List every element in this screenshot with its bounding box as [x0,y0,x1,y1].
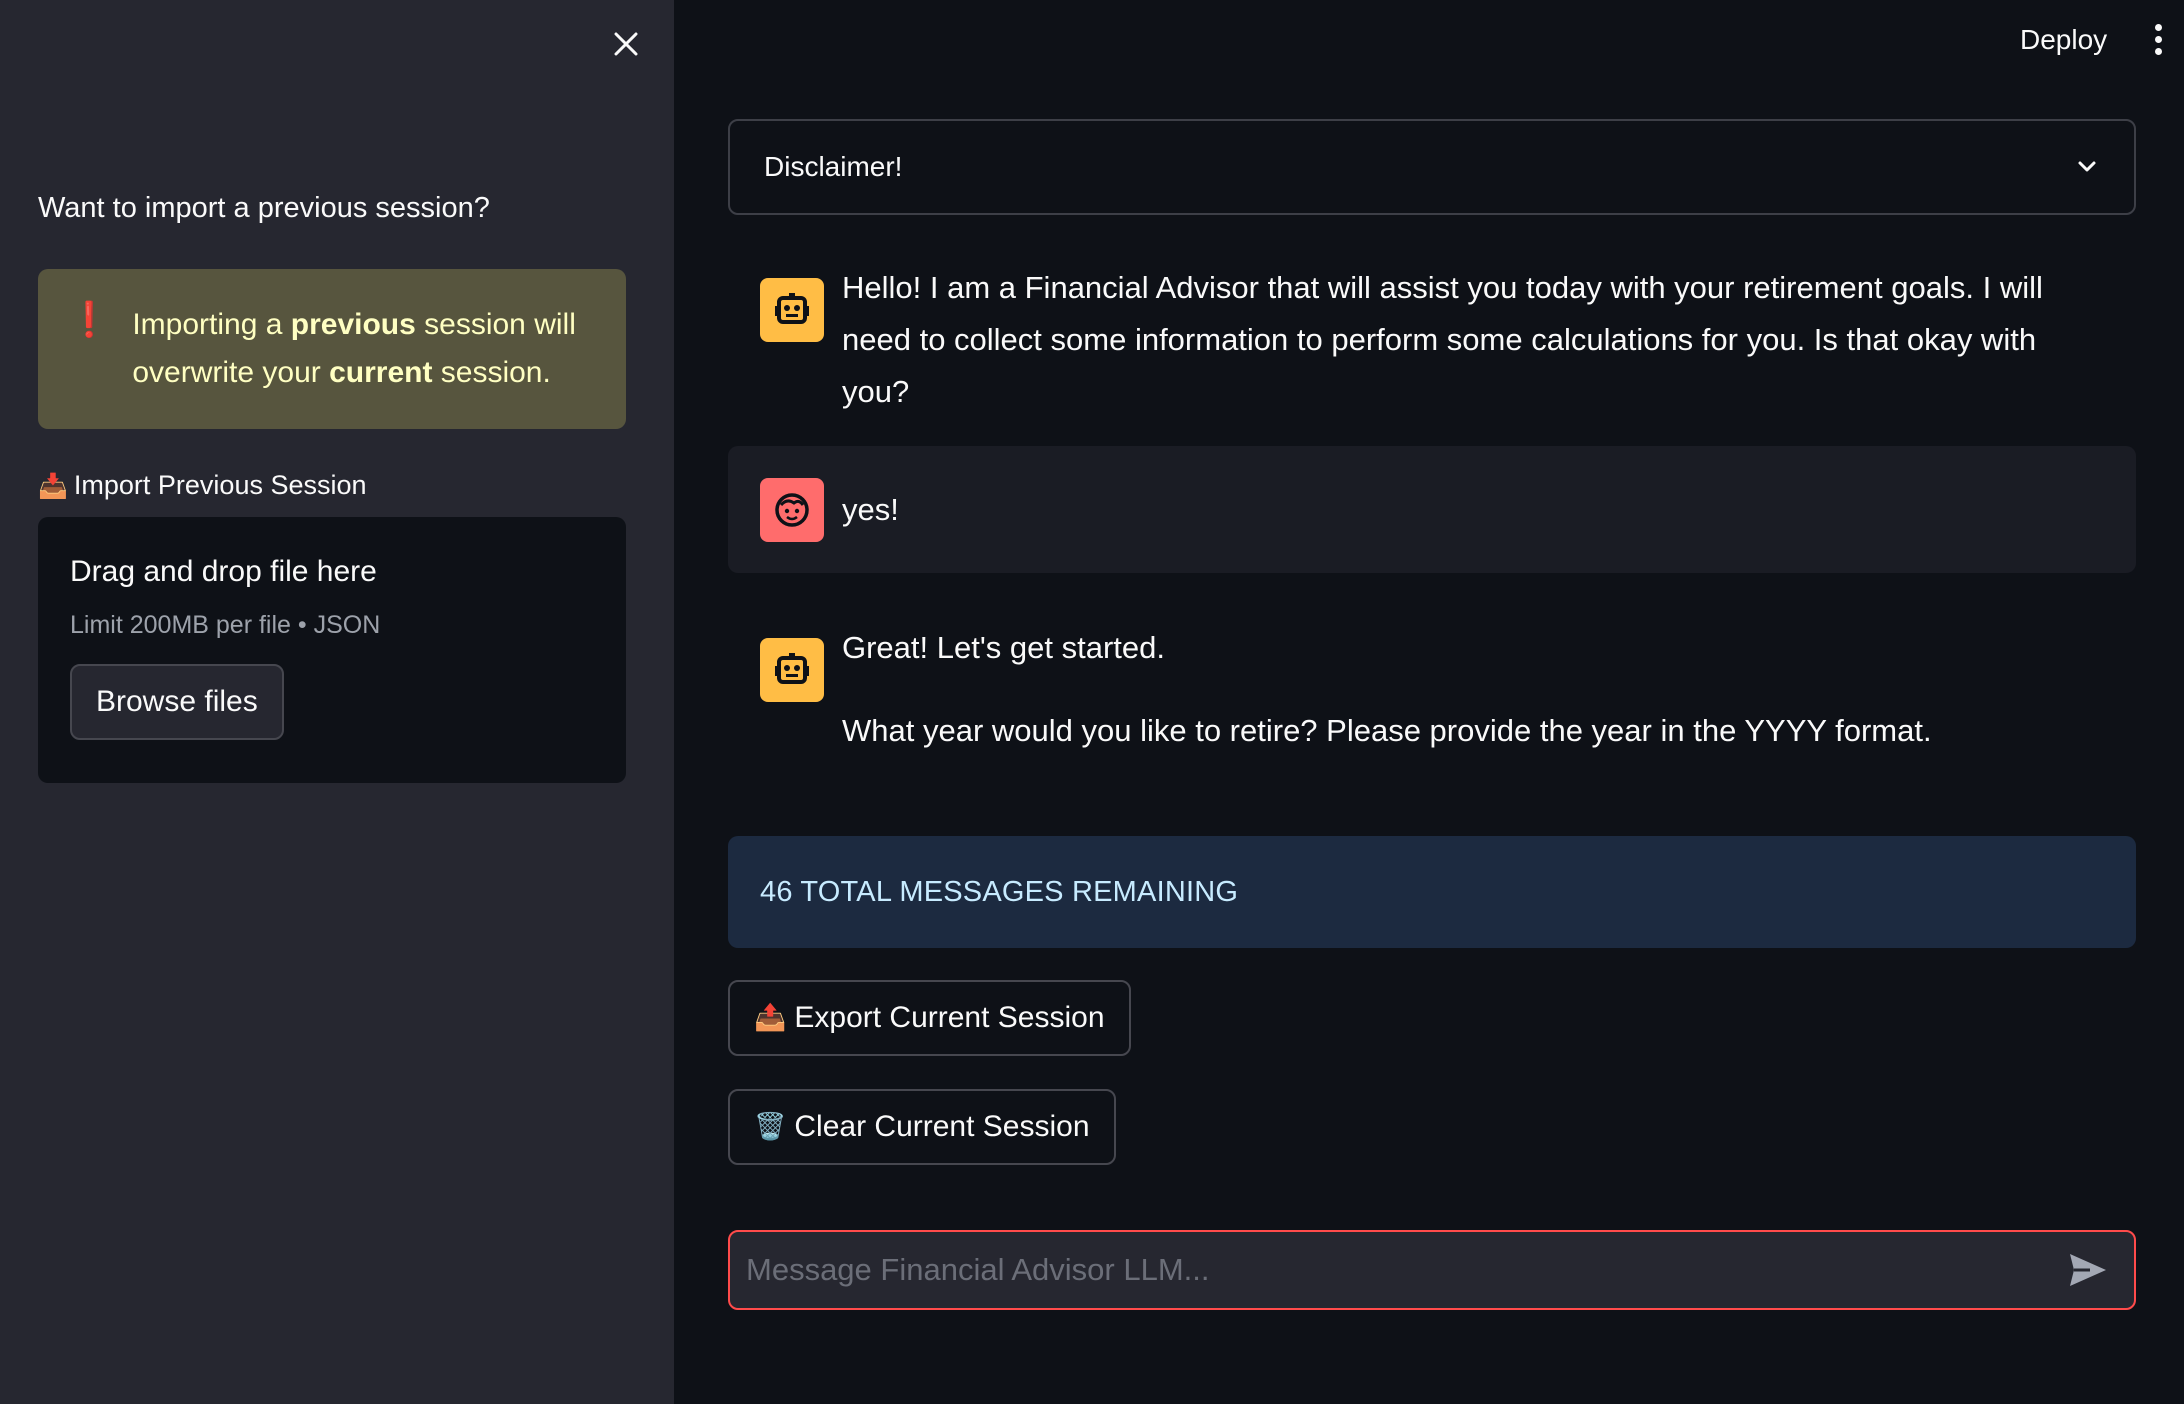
chat-input-container [728,1230,2136,1310]
trash-icon: 🗑️ [754,1112,787,1142]
exclamation-icon: ❗ [68,300,111,340]
export-session-button[interactable]: 📤 Export Current Session [728,980,1131,1056]
close-sidebar-button[interactable] [606,24,646,64]
inbox-tray-icon: 📥 [38,471,68,500]
chat-input[interactable] [746,1252,2066,1288]
import-label: 📥 Import Previous Session [38,470,367,501]
chat-message-user: yes! [728,446,2136,573]
message-content: yes! [842,484,899,536]
message-paragraph: Great! Let's get started. [842,630,1165,665]
sidebar: Want to import a previous session? ❗ Imp… [0,0,674,1404]
close-icon [614,32,638,56]
import-label-text: Import Previous Session [73,470,367,500]
message-paragraph: What year would you like to retire? Plea… [842,713,1932,748]
warning-text: Importing a previous session will overwr… [132,308,576,389]
sidebar-heading: Want to import a previous session? [38,192,490,224]
disclaimer-label: Disclaimer! [764,151,903,182]
kebab-menu-icon[interactable] [2140,18,2176,60]
chat-message-assistant: Great! Let's get started. What year woul… [728,630,2136,778]
disclaimer-expander[interactable]: Disclaimer! [728,119,2136,215]
face-icon [760,477,824,542]
deploy-button[interactable]: Deploy [2010,20,2117,60]
dropzone-title: Drag and drop file here [70,555,377,588]
messages-remaining-info: 46 TOTAL MESSAGES REMAINING [728,836,2136,948]
chat-message-assistant: Hello! I am a Financial Advisor that wil… [728,270,2136,409]
send-icon [2070,1254,2106,1286]
browse-files-button[interactable]: Browse files [70,664,284,740]
robot-icon [760,638,824,702]
message-content: Hello! I am a Financial Advisor that wil… [842,262,2104,409]
chevron-down-icon [2078,161,2096,172]
clear-session-button[interactable]: 🗑️ Clear Current Session [728,1089,1116,1165]
clear-session-label: Clear Current Session [794,1110,1090,1143]
message-paragraph: Hello! I am a Financial Advisor that wil… [842,270,2043,409]
warning-alert: ❗ Importing a previous session will over… [38,269,626,429]
dropzone-subtitle: Limit 200MB per file • JSON [70,611,381,639]
app-root: Want to import a previous session? ❗ Imp… [0,0,2184,1404]
robot-icon [760,278,824,342]
outbox-tray-icon: 📤 [754,1003,787,1033]
send-button[interactable] [2066,1248,2110,1292]
message-content: Great! Let's get started. What year woul… [842,622,1932,778]
file-dropzone[interactable]: Drag and drop file here Limit 200MB per … [38,517,626,783]
export-session-label: Export Current Session [794,1001,1105,1034]
message-paragraph: yes! [842,491,899,527]
